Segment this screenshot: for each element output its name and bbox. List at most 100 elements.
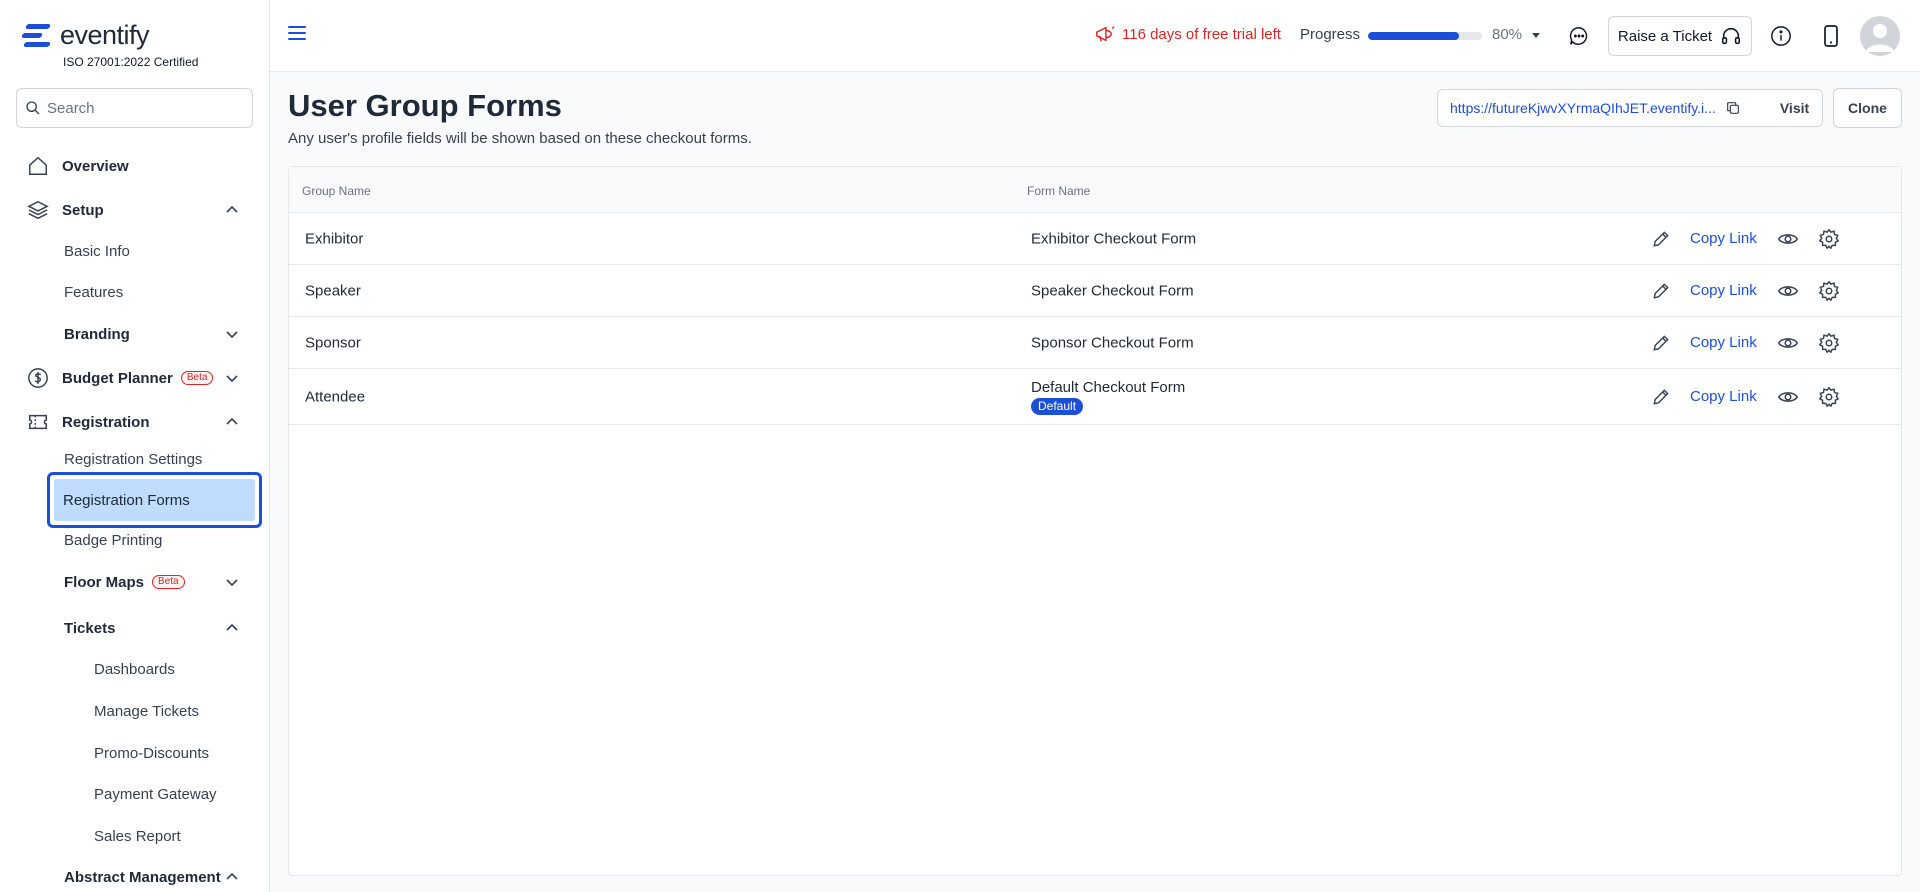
sidebar-item-label: Tickets <box>64 619 116 637</box>
search-input[interactable] <box>47 99 237 117</box>
eye-icon[interactable] <box>1776 279 1800 303</box>
group-name-cell: Speaker <box>305 282 361 299</box>
sidebar-item-registration-settings[interactable]: Registration Settings <box>0 446 269 472</box>
user-group-forms-table: Group Name Form Name Exhibitor Exhibitor… <box>288 166 1902 876</box>
sidebar-item-registration[interactable]: Registration <box>0 408 269 436</box>
eye-icon[interactable] <box>1776 227 1800 251</box>
brand-name: eventify <box>60 20 150 50</box>
copy-icon[interactable] <box>1723 100 1743 116</box>
headset-icon <box>1722 27 1741 45</box>
sidebar-item-registration-forms[interactable]: Registration Forms <box>47 472 262 528</box>
gear-icon[interactable] <box>1817 331 1841 355</box>
chevron-up-icon[interactable] <box>225 415 239 429</box>
pencil-icon[interactable] <box>1649 385 1673 409</box>
gear-icon[interactable] <box>1817 279 1841 303</box>
row-actions: Copy Link <box>1649 385 1841 409</box>
trial-banner[interactable]: 116 days of free trial left <box>1094 24 1281 44</box>
gear-icon[interactable] <box>1817 385 1841 409</box>
progress-label: Progress <box>1300 26 1361 43</box>
sidebar-item-label: Payment Gateway <box>94 785 217 803</box>
sidebar-item-label: Budget Planner <box>62 369 173 387</box>
sidebar-item-label: Registration Forms <box>54 479 255 521</box>
chevron-up-icon[interactable] <box>225 870 239 884</box>
sidebar-item-sales-report[interactable]: Sales Report <box>0 823 269 849</box>
form-name-text: Default Checkout Form <box>1031 378 1186 396</box>
page-subtitle: Any user's profile fields will be shown … <box>288 130 752 147</box>
eventify-logo-icon <box>21 22 54 52</box>
brand-logo[interactable]: eventify <box>21 20 150 52</box>
sidebar-item-floor-maps[interactable]: Floor Maps Beta <box>0 569 269 595</box>
pencil-icon[interactable] <box>1649 331 1673 355</box>
sidebar-item-manage-tickets[interactable]: Manage Tickets <box>0 698 269 724</box>
clone-button[interactable]: Clone <box>1833 88 1902 128</box>
sidebar-item-overview[interactable]: Overview <box>0 152 269 180</box>
chevron-down-icon[interactable] <box>225 327 239 341</box>
sidebar-item-label: Setup <box>62 201 104 219</box>
trial-text: 116 days of free trial left <box>1122 25 1281 43</box>
sidebar-item-budget-planner[interactable]: Budget Planner Beta <box>0 364 269 392</box>
chat-icon[interactable] <box>1567 24 1591 48</box>
mobile-icon[interactable] <box>1819 24 1843 48</box>
sidebar-item-tickets[interactable]: Tickets <box>0 615 269 641</box>
sidebar-item-abstract-management[interactable]: Abstract Management <box>0 864 269 890</box>
sidebar-item-features[interactable]: Features <box>0 279 269 305</box>
visit-button[interactable]: Visit <box>1767 89 1823 127</box>
progress-value: 80% <box>1492 26 1523 43</box>
sidebar-item-promo-discounts[interactable]: Promo-Discounts <box>0 740 269 766</box>
table-row: Attendee Default Checkout Form Default C… <box>289 369 1901 425</box>
eye-icon[interactable] <box>1776 331 1800 355</box>
search-box[interactable] <box>16 88 253 128</box>
sidebar-item-label: Abstract Management <box>64 868 221 886</box>
page-title: User Group Forms <box>288 88 562 123</box>
progress-bar <box>1368 32 1482 40</box>
chevron-up-icon[interactable] <box>225 621 239 635</box>
certification-label: ISO 27001:2022 Certified <box>63 55 199 69</box>
group-name-cell: Sponsor <box>305 334 361 351</box>
table-row: Exhibitor Exhibitor Checkout Form Copy L… <box>289 213 1901 265</box>
avatar[interactable] <box>1860 16 1900 56</box>
group-name-cell: Attendee <box>305 388 366 405</box>
chevron-down-icon[interactable] <box>225 371 239 385</box>
info-icon[interactable] <box>1769 24 1793 48</box>
chevron-up-icon[interactable] <box>225 203 239 217</box>
form-name-cell: Sponsor Checkout Form <box>1031 334 1194 351</box>
sidebar-item-payment-gateway[interactable]: Payment Gateway <box>0 781 269 807</box>
row-actions: Copy Link <box>1649 331 1841 355</box>
copy-link-button[interactable]: Copy Link <box>1690 230 1757 247</box>
table-row: Speaker Speaker Checkout Form Copy Link <box>289 265 1901 317</box>
sidebar-item-dashboards[interactable]: Dashboards <box>0 656 269 682</box>
sidebar-item-label: Dashboards <box>94 660 175 678</box>
sidebar-item-setup[interactable]: Setup <box>0 196 269 224</box>
group-name-cell: Exhibitor <box>305 230 364 247</box>
caret-down-icon[interactable] <box>1532 33 1540 38</box>
sidebar-item-branding[interactable]: Branding <box>0 321 269 347</box>
pencil-icon[interactable] <box>1649 227 1673 251</box>
sidebar-item-label: Manage Tickets <box>94 702 200 720</box>
copy-link-button[interactable]: Copy Link <box>1690 282 1757 299</box>
form-url-field[interactable]: https://futureKjwvXYrmaQIhJET.eventify.i… <box>1437 89 1773 127</box>
sidebar-item-badge-printing[interactable]: Badge Printing <box>0 527 269 553</box>
search-icon <box>26 101 40 115</box>
pencil-icon[interactable] <box>1649 279 1673 303</box>
sidebar-item-label: Basic Info <box>64 242 130 260</box>
sidebar-item-basic-info[interactable]: Basic Info <box>0 238 269 264</box>
table-row: Sponsor Sponsor Checkout Form Copy Link <box>289 317 1901 369</box>
layers-icon <box>26 198 50 222</box>
copy-link-button[interactable]: Copy Link <box>1690 388 1757 405</box>
chevron-down-icon[interactable] <box>225 575 239 589</box>
sidebar-item-label: Badge Printing <box>64 531 163 549</box>
sidebar-item-label: Features <box>64 283 124 301</box>
row-actions: Copy Link <box>1649 279 1841 303</box>
menu-icon[interactable] <box>288 26 306 44</box>
sidebar-item-label: Branding <box>64 325 130 343</box>
form-url-text[interactable]: https://futureKjwvXYrmaQIhJET.eventify.i… <box>1438 100 1723 116</box>
form-name-cell: Default Checkout Form Default <box>1031 379 1185 415</box>
raise-ticket-button[interactable]: Raise a Ticket <box>1608 16 1752 56</box>
sidebar-item-label: Floor Maps <box>64 573 145 591</box>
progress-fill <box>1368 32 1460 40</box>
form-name-cell: Speaker Checkout Form <box>1031 282 1194 299</box>
copy-link-button[interactable]: Copy Link <box>1690 334 1757 351</box>
sidebar: eventify ISO 27001:2022 Certified Overvi… <box>0 0 270 892</box>
eye-icon[interactable] <box>1776 385 1800 409</box>
gear-icon[interactable] <box>1817 227 1841 251</box>
